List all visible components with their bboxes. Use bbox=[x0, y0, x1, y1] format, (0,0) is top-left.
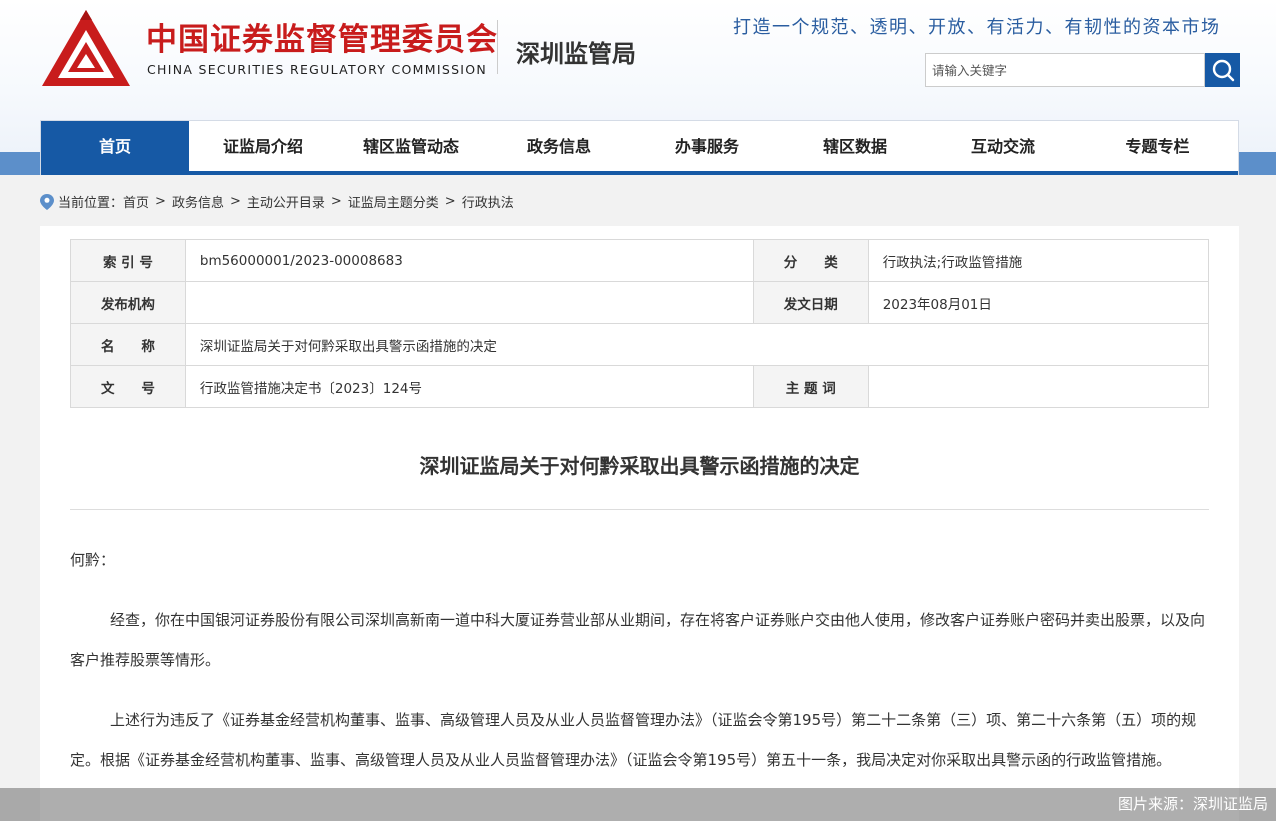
docno-value: 行政监管措施决定书〔2023〕124号 bbox=[184, 365, 754, 408]
nav-item-bureau-intro[interactable]: 证监局介绍 bbox=[189, 121, 337, 172]
breadcrumb-public-catalog[interactable]: 主动公开目录 bbox=[247, 192, 325, 211]
keywords-value bbox=[867, 365, 1210, 408]
docno-label: 文 号 bbox=[70, 365, 186, 408]
document-title: 深圳证监局关于对何黔采取出具警示函措施的决定 bbox=[419, 454, 860, 478]
nav-item-services[interactable]: 办事服务 bbox=[633, 121, 781, 172]
slogan: 打造一个规范、透明、开放、有活力、有韧性的资本市场 bbox=[733, 17, 1221, 38]
location-pin-icon bbox=[40, 193, 54, 210]
nav-item-topics[interactable]: 专题专栏 bbox=[1077, 121, 1238, 172]
search-icon bbox=[1212, 59, 1234, 82]
index-label: 索 引 号 bbox=[70, 239, 186, 282]
nav-item-gov-info[interactable]: 政务信息 bbox=[485, 121, 633, 172]
bureau-name: 深圳监管局 bbox=[516, 40, 636, 68]
image-credit-bar: 图片来源：深圳证监局 bbox=[0, 788, 1276, 821]
document-meta-table: 索 引 号 bm56000001/2023-00008683 分 类 行政执法;… bbox=[70, 239, 1210, 408]
breadcrumb: 当前位置： 首页 > 政务信息 > 主动公开目录 > 证监局主题分类 > 行政执… bbox=[40, 192, 514, 211]
publisher-value bbox=[184, 281, 754, 324]
index-value: bm56000001/2023-00008683 bbox=[184, 239, 754, 282]
nav-item-home[interactable]: 首页 bbox=[41, 121, 189, 172]
search-box bbox=[925, 53, 1208, 87]
name-label: 名 称 bbox=[70, 323, 186, 366]
name-value: 深圳证监局关于对何黔采取出具警示函措施的决定 bbox=[184, 323, 1210, 366]
salutation: 何黔： bbox=[70, 551, 116, 569]
breadcrumb-separator: > bbox=[444, 194, 456, 209]
category-label: 分 类 bbox=[752, 239, 869, 282]
breadcrumb-gov-info[interactable]: 政务信息 bbox=[172, 192, 224, 211]
paragraph-2: 上述行为违反了《证券基金经营机构董事、监事、高级管理人员及从业人员监督管理办法》… bbox=[70, 711, 1197, 769]
paragraph-1: 经查，你在中国银河证券股份有限公司深圳高新南一道中科大厦证券营业部从业期间，存在… bbox=[70, 611, 1206, 669]
title-divider bbox=[70, 509, 1209, 510]
date-value: 2023年08月01日 bbox=[867, 281, 1210, 324]
image-credit: 图片来源：深圳证监局 bbox=[1117, 795, 1268, 813]
breadcrumb-separator: > bbox=[229, 194, 241, 209]
publisher-label: 发布机构 bbox=[70, 281, 186, 324]
table-row: 文 号 行政监管措施决定书〔2023〕124号 主 题 词 bbox=[70, 365, 1210, 408]
nav-item-data[interactable]: 辖区数据 bbox=[781, 121, 929, 172]
category-value: 行政执法;行政监管措施 bbox=[867, 239, 1210, 282]
nav-underline bbox=[41, 171, 1238, 175]
breadcrumb-label: 当前位置： bbox=[58, 196, 124, 211]
site-title-en: CHINA SECURITIES REGULATORY COMMISSION bbox=[147, 62, 488, 77]
search-button[interactable] bbox=[1205, 53, 1240, 87]
article-content: 索 引 号 bm56000001/2023-00008683 分 类 行政执法;… bbox=[40, 226, 1239, 821]
date-label: 发文日期 bbox=[752, 281, 869, 324]
csrc-logo-icon[interactable] bbox=[40, 8, 132, 90]
main-nav: 首页 证监局介绍 辖区监管动态 政务信息 办事服务 辖区数据 互动交流 专题专栏 bbox=[40, 120, 1239, 175]
nav-item-interaction[interactable]: 互动交流 bbox=[929, 121, 1077, 172]
keywords-label: 主 题 词 bbox=[752, 365, 869, 408]
breadcrumb-topic-category[interactable]: 证监局主题分类 bbox=[348, 192, 439, 211]
table-row: 名 称 深圳证监局关于对何黔采取出具警示函措施的决定 bbox=[70, 323, 1210, 366]
site-title-cn: 中国证券监督管理委员会 bbox=[146, 22, 498, 58]
search-input[interactable] bbox=[926, 54, 1208, 86]
breadcrumb-home[interactable]: 首页 bbox=[123, 192, 149, 211]
breadcrumb-separator: > bbox=[330, 194, 342, 209]
table-row: 发布机构 发文日期 2023年08月01日 bbox=[70, 281, 1210, 324]
breadcrumb-separator: > bbox=[155, 194, 166, 209]
table-row: 索 引 号 bm56000001/2023-00008683 分 类 行政执法;… bbox=[70, 239, 1210, 282]
breadcrumb-admin-enforcement[interactable]: 行政执法 bbox=[462, 192, 514, 211]
nav-item-regulatory-news[interactable]: 辖区监管动态 bbox=[337, 121, 485, 172]
header-divider bbox=[497, 20, 498, 74]
